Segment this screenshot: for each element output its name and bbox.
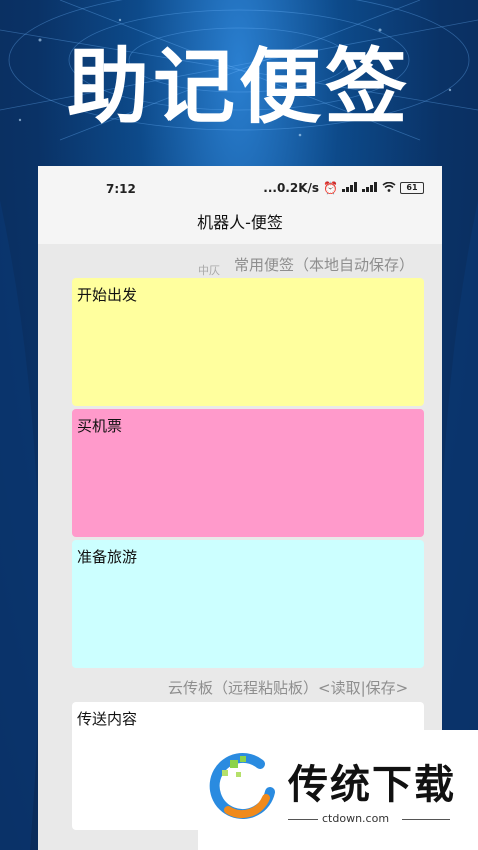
brand-logo-icon [209,753,275,819]
alarm-icon: ⏰ [323,181,338,195]
status-icons: ...0.2K/s ⏰ 61 [263,181,424,195]
note-card[interactable]: 准备旅游 [72,540,424,668]
network-speed: ...0.2K/s [263,181,320,195]
battery-icon: 61 [400,182,424,194]
wifi-icon [382,181,396,195]
cloud-section-header: 云传板（远程粘贴板）<读取|保存> [168,677,408,698]
status-time: 7:12 [106,182,136,196]
brand-name: 传统下载 [288,762,456,808]
watermark: 传统下载 ctdown.com [198,730,478,850]
read-link[interactable]: <读取 [318,679,361,697]
app-title: 机器人-便签 [38,206,442,244]
divider [402,819,450,820]
note-card[interactable]: 开始出发 [72,278,424,406]
status-bar: 7:12 ...0.2K/s ⏰ 61 [38,166,442,206]
ghost-label: 中仄 [198,264,220,277]
signal-icon [342,181,358,195]
divider [288,819,318,820]
signal-icon-2 [362,181,378,195]
brand-domain: ctdown.com [322,812,390,825]
note-card[interactable]: 买机票 [72,409,424,537]
save-link[interactable]: 保存> [366,679,409,697]
notes-section-label: 常用便签（本地自动保存） [234,256,415,274]
hero-title: 助记便签 [66,40,411,135]
cloud-section-label: 云传板（远程粘贴板） [168,679,319,697]
